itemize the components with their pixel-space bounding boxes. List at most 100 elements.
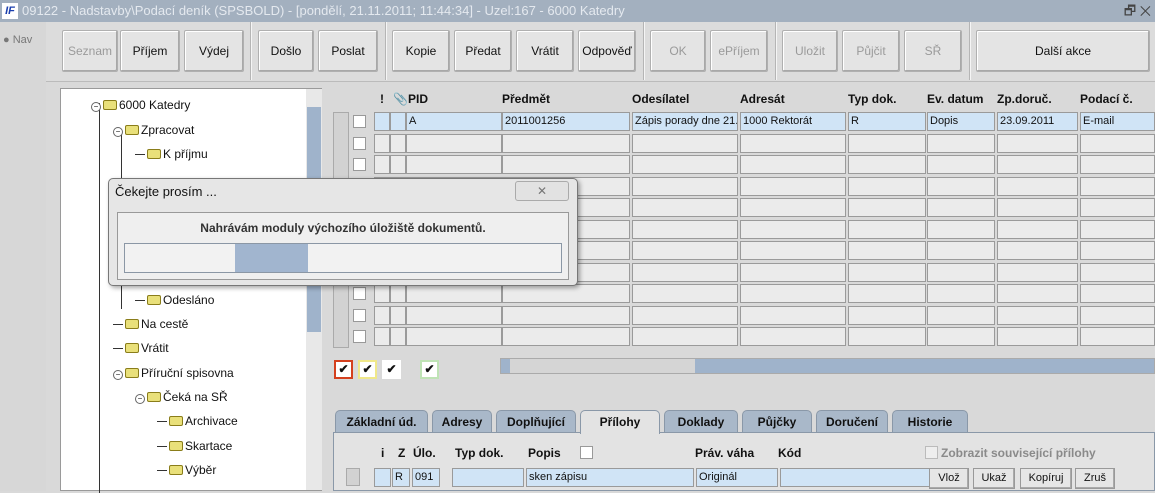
grid-cell[interactable]: Dopis — [927, 112, 995, 131]
grid-cell-empty[interactable] — [848, 176, 926, 196]
grid-cell-empty[interactable] — [632, 176, 738, 196]
grid-cell-empty[interactable] — [1080, 305, 1155, 325]
grid-cell-empty[interactable] — [848, 284, 926, 303]
row-select-checkbox[interactable] — [353, 287, 366, 300]
tree-item[interactable]: − Zpracovat — [113, 121, 194, 139]
attachment-column-header[interactable]: Kód — [778, 446, 801, 460]
attachment-cell[interactable]: sken zápisu — [526, 468, 694, 487]
grid-cell-empty[interactable] — [997, 219, 1078, 239]
grid-cell-empty[interactable] — [632, 284, 738, 303]
column-header[interactable]: Ev. datum — [927, 92, 983, 106]
grid-cell-empty[interactable] — [374, 284, 390, 303]
grid-cell-empty[interactable] — [632, 133, 738, 153]
expand-toggle-icon[interactable]: − — [91, 102, 101, 112]
grid-cell-empty[interactable] — [848, 262, 926, 282]
attachment-column-header[interactable]: Popis — [528, 446, 561, 460]
grid-cell-empty[interactable] — [927, 327, 995, 346]
row-select-checkbox[interactable] — [353, 330, 366, 343]
grid-cell[interactable] — [390, 112, 406, 131]
grid-cell-empty[interactable] — [1080, 133, 1155, 153]
grid-cell-empty[interactable] — [390, 284, 406, 303]
tab-1[interactable]: Adresy — [432, 410, 492, 433]
tab-7[interactable]: Historie — [892, 410, 968, 433]
tab-6[interactable]: Doručení — [816, 410, 888, 433]
grid-cell-empty[interactable] — [502, 155, 630, 174]
restore-icon[interactable]: 🗗 — [1124, 3, 1136, 18]
toolbar-button-poslat[interactable]: Poslat — [318, 30, 378, 72]
grid-cell-empty[interactable] — [390, 305, 406, 325]
toolbar-button-odpověď[interactable]: Odpověď — [578, 30, 636, 72]
grid-cell[interactable]: 2011001256 — [502, 112, 630, 131]
expand-toggle-icon[interactable] — [135, 154, 145, 155]
attachment-column-header[interactable]: Typ dok. — [455, 446, 503, 460]
attachment-column-header[interactable]: Práv. váha — [695, 446, 754, 460]
grid-cell-empty[interactable] — [927, 305, 995, 325]
close-icon[interactable]: ✕ — [1140, 3, 1151, 18]
grid-cell-empty[interactable] — [406, 155, 502, 174]
grid-cell-empty[interactable] — [927, 241, 995, 260]
grid-cell-empty[interactable] — [1080, 198, 1155, 217]
grid-cell-empty[interactable] — [848, 133, 926, 153]
grid-cell-empty[interactable] — [740, 284, 846, 303]
color-filter-checkbox[interactable]: ✔ — [358, 360, 377, 379]
column-header[interactable]: Odesílatel — [632, 92, 689, 106]
row-select-checkbox[interactable] — [353, 308, 366, 322]
grid-cell-empty[interactable] — [997, 241, 1078, 260]
tree-item[interactable]: Odesláno — [135, 291, 214, 309]
grid-cell-empty[interactable] — [997, 284, 1078, 303]
grid-cell-empty[interactable] — [848, 305, 926, 325]
tree-item[interactable]: Vrátit — [113, 339, 169, 357]
grid-cell-empty[interactable] — [374, 155, 390, 174]
grid-cell[interactable]: 1000 Rektorát — [740, 112, 846, 131]
grid-cell-empty[interactable] — [740, 155, 846, 174]
attachment-column-header[interactable]: Úlo. — [413, 446, 436, 460]
grid-cell-empty[interactable] — [927, 284, 995, 303]
grid-cell-empty[interactable] — [374, 133, 390, 153]
grid-cell-empty[interactable] — [1080, 262, 1155, 282]
grid-cell-empty[interactable] — [997, 305, 1078, 325]
grid-cell-empty[interactable] — [740, 219, 846, 239]
grid-cell-empty[interactable] — [502, 327, 630, 346]
grid-cell-empty[interactable] — [1080, 176, 1155, 196]
grid-cell-empty[interactable] — [997, 198, 1078, 217]
attachment-cell[interactable]: Originál — [696, 468, 778, 487]
grid-cell-empty[interactable] — [406, 133, 502, 153]
column-header[interactable]: Typ dok. — [848, 92, 896, 106]
grid-cell-empty[interactable] — [1080, 327, 1155, 346]
grid-cell-empty[interactable] — [632, 241, 738, 260]
column-header[interactable]: PID — [408, 92, 428, 106]
tab-0[interactable]: Základní úd. — [335, 410, 428, 433]
grid-cell-empty[interactable] — [848, 155, 926, 174]
grid-cell-empty[interactable] — [502, 133, 630, 153]
tree-item[interactable]: − Příruční spisovna — [113, 364, 234, 382]
toolbar-button-epříjem[interactable]: ePříjem — [710, 30, 768, 72]
grid-cell[interactable]: R — [848, 112, 926, 131]
grid-cell[interactable]: A — [406, 112, 502, 131]
grid-cell-empty[interactable] — [848, 327, 926, 346]
tree-item[interactable]: − 6000 Katedry — [91, 96, 190, 114]
grid-cell-empty[interactable] — [927, 219, 995, 239]
grid-cell-empty[interactable] — [632, 198, 738, 217]
grid-cell-empty[interactable] — [1080, 284, 1155, 303]
grid-cell[interactable]: Zápis porady dne 21.9 — [632, 112, 738, 131]
attachment-button-1[interactable]: Ukaž — [973, 468, 1015, 489]
tab-3[interactable]: Přílohy — [580, 410, 660, 434]
toolbar-button-příjem[interactable]: Příjem — [120, 30, 180, 72]
attachment-button-2[interactable]: Kopíruj — [1020, 468, 1072, 489]
dialog-close-button[interactable]: ✕ — [515, 181, 569, 201]
grid-cell-empty[interactable] — [740, 133, 846, 153]
attachment-button-0[interactable]: Vlož — [929, 468, 969, 489]
toolbar-button-půjčit[interactable]: Půjčit — [842, 30, 900, 72]
grid-cell-empty[interactable] — [1080, 219, 1155, 239]
grid-cell-empty[interactable] — [997, 155, 1078, 174]
toolbar-button-ok[interactable]: OK — [650, 30, 706, 72]
grid-cell-empty[interactable] — [997, 327, 1078, 346]
color-filter-checkbox[interactable]: ✔ — [420, 360, 439, 379]
grid-cell[interactable] — [374, 112, 390, 131]
grid-cell-empty[interactable] — [406, 305, 502, 325]
grid-cell-empty[interactable] — [632, 327, 738, 346]
grid-cell-empty[interactable] — [632, 219, 738, 239]
attachment-cell[interactable]: R — [392, 468, 410, 487]
toolbar-button-další-akce[interactable]: Další akce — [976, 30, 1150, 72]
tree-item[interactable]: − Čeká na SŘ — [135, 388, 228, 406]
